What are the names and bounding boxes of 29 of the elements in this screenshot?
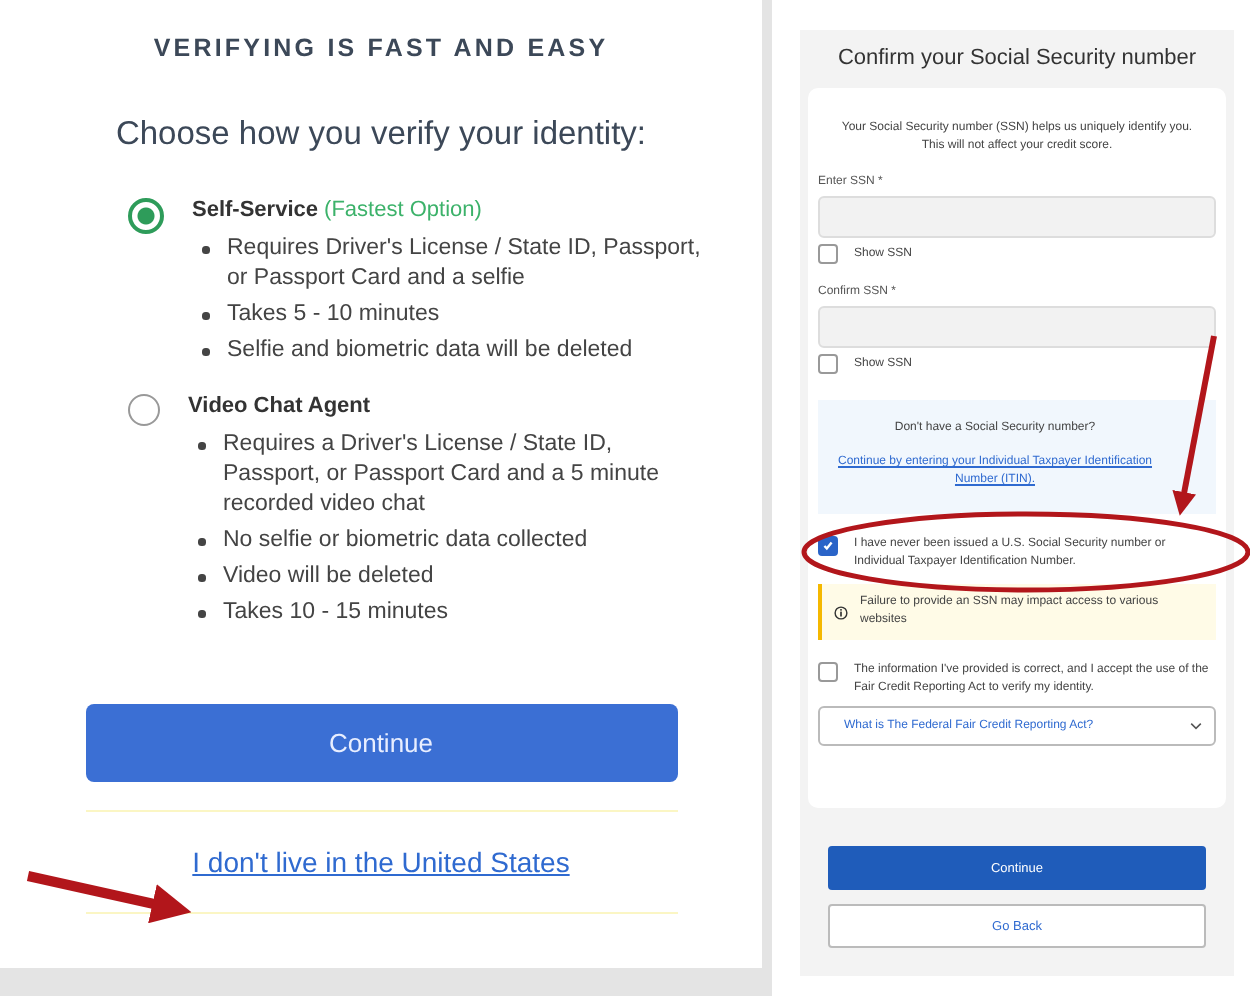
page-heading: VERIFYING IS FAST AND EASY xyxy=(153,34,609,62)
bullet-icon xyxy=(202,348,209,355)
bullet-icon xyxy=(202,312,209,319)
radio-button[interactable] xyxy=(128,394,160,426)
bullet-icon xyxy=(198,574,205,581)
bullet-text: Requires Driver's License / State ID, Passport, or Passport Card and a selfie xyxy=(227,234,702,294)
bullet-text: Takes 10 - 15 minutes xyxy=(223,598,449,628)
bullet-text: Selfie and biometric data will be deleted xyxy=(227,336,633,366)
checkbox[interactable] xyxy=(818,354,838,374)
bullet-icon xyxy=(198,442,205,449)
bullet-text: Takes 5 - 10 minutes xyxy=(227,300,440,330)
info-icon xyxy=(834,605,848,619)
country-link[interactable]: I don't live in the United States xyxy=(192,846,570,878)
question-title: Choose how you verify your identity: xyxy=(115,116,647,154)
bullet-icon xyxy=(198,538,205,545)
radio-button[interactable] xyxy=(128,198,164,234)
option-title: Video Chat Agent xyxy=(188,394,373,418)
option-title: Self-Service (Fastest Option) xyxy=(192,198,484,222)
form-title: Confirm your Social Security number xyxy=(837,46,1197,70)
bullet-text: Video will be deleted xyxy=(223,562,434,592)
continue-button[interactable]: Continue xyxy=(85,704,677,782)
bullet-text: No selfie or biometric data collected xyxy=(223,526,588,556)
input-field[interactable] xyxy=(818,196,1216,238)
input-field[interactable] xyxy=(818,306,1216,348)
bullet-text: Requires a Driver's License / State ID, Passport, or Passport Card and a 5 minute recorded video chat xyxy=(223,430,661,520)
checkbox[interactable] xyxy=(818,244,838,264)
checkbox[interactable] xyxy=(818,662,838,682)
bullet-icon xyxy=(198,610,205,617)
bullet-icon xyxy=(202,246,209,253)
